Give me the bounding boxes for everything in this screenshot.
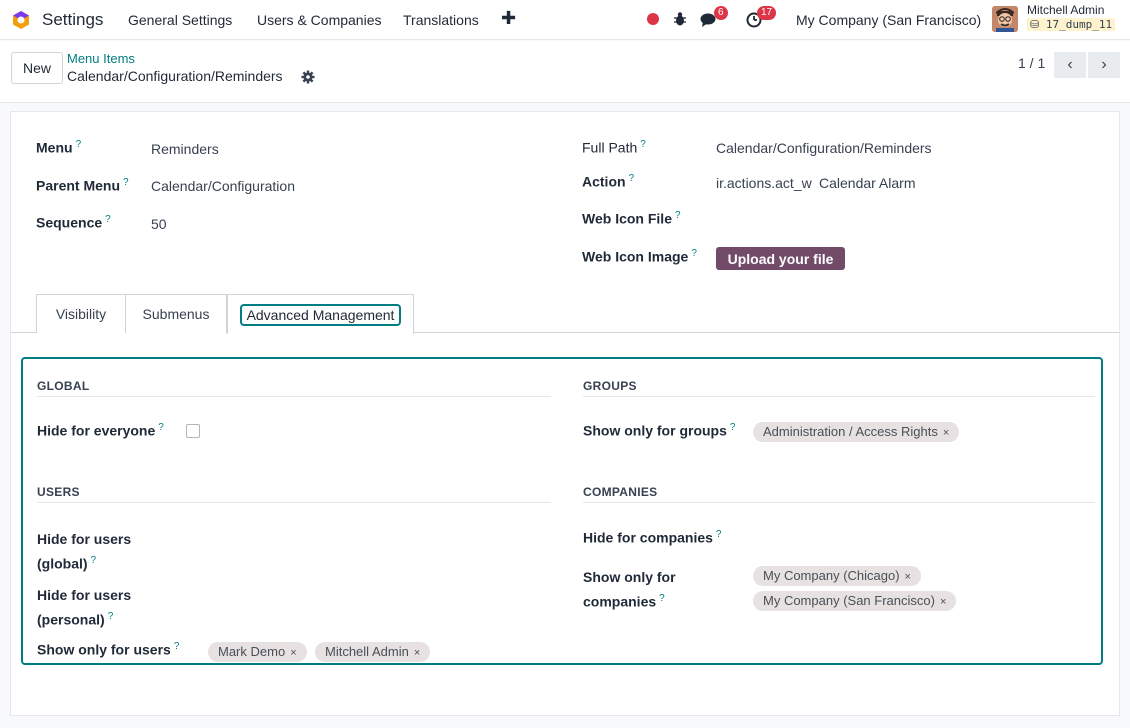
- user-tag[interactable]: Mark Demo ×: [208, 642, 307, 662]
- database-icon: ⛁: [1030, 18, 1040, 31]
- web-icon-file-label: Web Icon File?: [582, 210, 681, 227]
- tab-submenus[interactable]: Submenus: [126, 294, 227, 333]
- action-record-field[interactable]: Calendar Alarm: [819, 175, 916, 191]
- full-path-value: Calendar/Configuration/Reminders: [716, 140, 932, 156]
- breadcrumb-current: Calendar/Configuration/Reminders: [67, 68, 283, 84]
- section-divider: [583, 502, 1095, 503]
- section-divider: [37, 396, 551, 397]
- web-icon-image-label: Web Icon Image?: [582, 248, 697, 265]
- users-section-title: USERS: [37, 485, 80, 499]
- help-icon[interactable]: ?: [716, 529, 722, 540]
- sequence-field[interactable]: 50: [151, 216, 167, 232]
- sequence-label: Sequence?: [36, 214, 111, 231]
- tab-advanced-management[interactable]: Advanced Management: [227, 294, 414, 334]
- companies-section-title: COMPANIES: [583, 485, 658, 499]
- help-icon[interactable]: ?: [174, 641, 180, 652]
- hide-users-personal-label: Hide for users (personal)?: [37, 587, 132, 628]
- pager-previous-button[interactable]: ‹: [1054, 52, 1086, 78]
- help-icon[interactable]: ?: [76, 139, 82, 150]
- company-tag[interactable]: My Company (Chicago) ×: [753, 566, 921, 586]
- tab-visibility[interactable]: Visibility: [36, 294, 126, 333]
- odoo-app-icon[interactable]: [11, 10, 31, 30]
- form-sheet: Menu? Reminders Parent Menu? Calendar/Co…: [10, 111, 1120, 716]
- breadcrumb-menu-items[interactable]: Menu Items: [67, 51, 135, 66]
- app-name[interactable]: Settings: [42, 10, 103, 30]
- chevron-right-icon: ›: [1101, 56, 1107, 73]
- show-groups-label: Show only for groups?: [583, 422, 736, 439]
- section-divider: [37, 502, 551, 503]
- database-name: ⛁ 17_dump_11: [1027, 18, 1116, 31]
- top-navbar: Settings General Settings Users & Compan…: [0, 0, 1130, 40]
- remove-tag-icon[interactable]: ×: [290, 647, 296, 659]
- user-name[interactable]: Mitchell Admin: [1027, 3, 1104, 17]
- help-icon[interactable]: ?: [659, 593, 665, 604]
- upload-file-button[interactable]: Upload your file: [716, 247, 845, 270]
- remove-tag-icon[interactable]: ×: [414, 647, 420, 659]
- pager-next-button[interactable]: ›: [1088, 52, 1120, 78]
- action-model-select[interactable]: ir.actions.act_w: [716, 175, 812, 191]
- help-icon[interactable]: ?: [640, 139, 646, 150]
- action-label: Action?: [582, 173, 635, 190]
- new-button[interactable]: New: [11, 52, 63, 84]
- menu-translations[interactable]: Translations: [403, 12, 479, 28]
- user-avatar[interactable]: [992, 6, 1018, 32]
- section-divider: [583, 396, 1095, 397]
- global-section-title: GLOBAL: [37, 379, 90, 393]
- menu-general-settings[interactable]: General Settings: [128, 12, 232, 28]
- bug-icon[interactable]: [673, 11, 687, 27]
- help-icon[interactable]: ?: [91, 555, 97, 566]
- activities-badge: 17: [757, 6, 777, 20]
- company-tag[interactable]: My Company (San Francisco) ×: [753, 591, 957, 611]
- hide-everyone-checkbox[interactable]: [186, 424, 200, 438]
- hide-companies-label: Hide for companies?: [583, 529, 722, 546]
- company-switcher[interactable]: My Company (San Francisco): [796, 12, 981, 28]
- help-icon[interactable]: ?: [675, 210, 681, 221]
- hide-everyone-label: Hide for everyone?: [37, 422, 164, 439]
- plus-icon[interactable]: ✚: [501, 8, 516, 29]
- help-icon[interactable]: ?: [158, 422, 164, 433]
- menu-users-companies[interactable]: Users & Companies: [257, 12, 382, 28]
- show-companies-label: Show only for companies?: [583, 569, 676, 610]
- menu-label: Menu?: [36, 139, 82, 156]
- tab-advanced-management-label: Advanced Management: [239, 303, 402, 326]
- database-label: 17_dump_11: [1045, 18, 1113, 31]
- group-tag[interactable]: Administration / Access Rights ×: [753, 422, 960, 442]
- help-icon[interactable]: ?: [629, 173, 635, 184]
- pager-value[interactable]: 1 / 1: [1018, 55, 1045, 71]
- gear-icon[interactable]: [301, 70, 315, 84]
- chevron-left-icon: ‹: [1067, 56, 1073, 73]
- remove-tag-icon[interactable]: ×: [943, 427, 949, 439]
- menu-field[interactable]: Reminders: [151, 141, 219, 157]
- control-panel: New Menu Items Calendar/Configuration/Re…: [0, 41, 1130, 103]
- hide-users-global-label: Hide for users (global)?: [37, 531, 132, 572]
- full-path-label: Full Path?: [582, 139, 646, 156]
- parent-menu-label: Parent Menu?: [36, 177, 129, 194]
- help-icon[interactable]: ?: [123, 177, 129, 188]
- messages-badge: 6: [714, 6, 728, 20]
- help-icon[interactable]: ?: [105, 214, 111, 225]
- user-tag[interactable]: Mitchell Admin ×: [315, 642, 431, 662]
- show-users-label: Show only for users?: [37, 641, 180, 658]
- recording-icon[interactable]: [647, 13, 659, 25]
- help-icon[interactable]: ?: [691, 248, 697, 259]
- help-icon[interactable]: ?: [730, 422, 736, 433]
- parent-menu-field[interactable]: Calendar/Configuration: [151, 178, 295, 194]
- advanced-management-panel: GLOBAL Hide for everyone? USERS Hide for…: [21, 357, 1103, 665]
- help-icon[interactable]: ?: [108, 611, 114, 622]
- groups-section-title: GROUPS: [583, 379, 637, 393]
- avatar-face-icon: [992, 6, 1018, 32]
- remove-tag-icon[interactable]: ×: [905, 571, 911, 583]
- remove-tag-icon[interactable]: ×: [940, 596, 946, 608]
